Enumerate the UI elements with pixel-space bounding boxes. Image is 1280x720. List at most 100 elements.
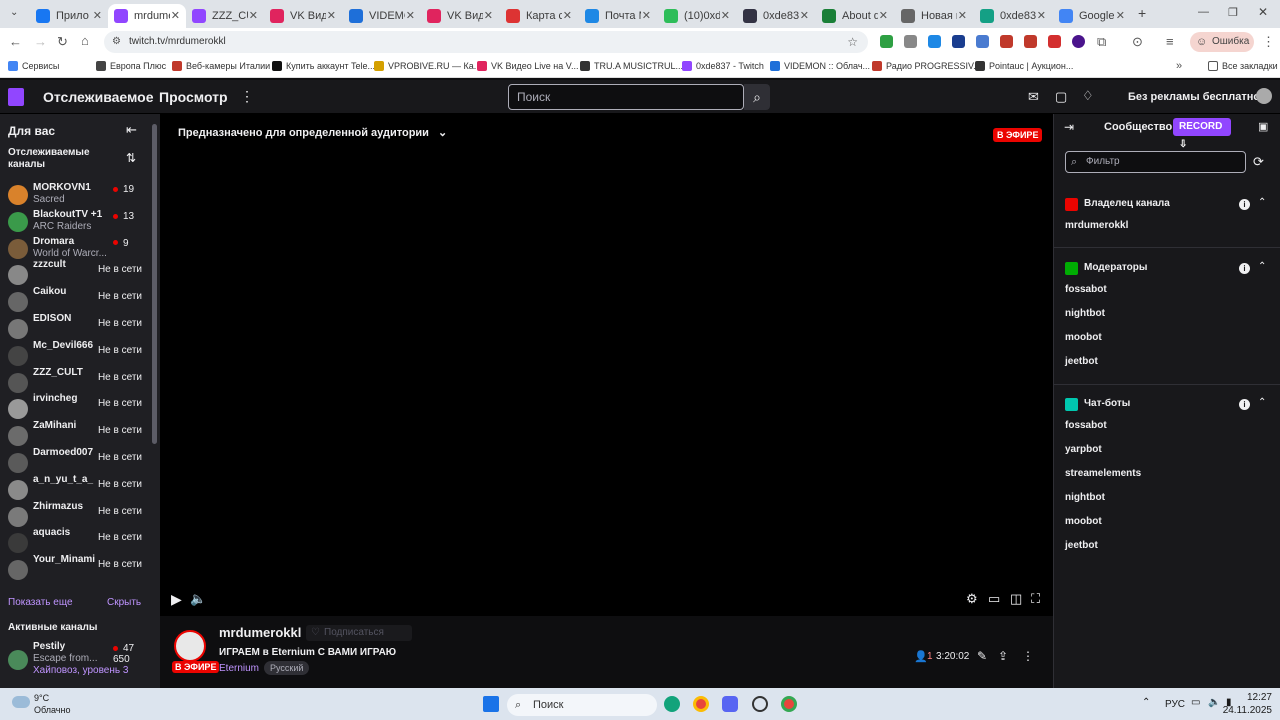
bookmark-item[interactable]: Веб-камеры Италии: [172, 61, 270, 71]
followed-channel-item[interactable]: ZaMihani Не в сети: [0, 420, 150, 449]
followed-channel-item[interactable]: EDISON Не в сети: [0, 313, 150, 342]
bookmark-item[interactable]: 0xde837 - Twitch: [682, 61, 764, 71]
browser-tab[interactable]: VK Виде✕: [421, 4, 499, 28]
settings-gear-icon[interactable]: ⚙: [966, 591, 978, 607]
tab-close-icon[interactable]: ✕: [484, 9, 493, 22]
tab-search-icon[interactable]: ⊙: [1132, 34, 1143, 50]
browser-tab[interactable]: About d ✕: [816, 4, 894, 28]
bookmark-item[interactable]: VIDEMON :: Облач...: [770, 61, 870, 71]
active-channel-item[interactable]: Pestily Escape from... Хайповоз, уровень 3…: [0, 641, 150, 681]
reload-icon[interactable]: ↻: [57, 34, 68, 50]
browser-tab[interactable]: VK Видео✕: [264, 4, 342, 28]
nav-following-link[interactable]: Отслеживаемое: [43, 89, 154, 105]
chatter-name[interactable]: streamelements: [1065, 468, 1141, 479]
close-window-icon[interactable]: ✕: [1258, 5, 1268, 19]
bookmark-item[interactable]: Сервисы: [8, 61, 59, 71]
tab-close-icon[interactable]: ✕: [800, 9, 809, 22]
all-bookmarks-folder[interactable]: Все закладки: [1208, 61, 1278, 71]
more-menu-icon[interactable]: ⋮: [240, 88, 254, 105]
browser-tab[interactable]: Google ✕: [1053, 4, 1131, 28]
bookmark-item[interactable]: Радио PROGRESSIV...: [872, 61, 981, 71]
extension-icon[interactable]: [952, 35, 965, 48]
chatter-name[interactable]: nightbot: [1065, 308, 1105, 319]
reading-list-icon[interactable]: ≡: [1166, 34, 1174, 49]
whispers-icon[interactable]: ▢: [1055, 89, 1067, 105]
back-icon[interactable]: ←: [9, 34, 22, 49]
weather-temp[interactable]: 9°C: [34, 693, 49, 703]
nav-browse-link[interactable]: Просмотр: [159, 89, 228, 105]
audience-warning[interactable]: Предназначено для определенной аудитории…: [178, 126, 447, 139]
followed-channel-item[interactable]: Dromara World of Warcr... 9: [0, 236, 150, 262]
chatter-name[interactable]: jeetbot: [1065, 540, 1098, 551]
network-icon[interactable]: ▭: [1191, 697, 1200, 708]
chevron-up-icon[interactable]: ⌃: [1258, 197, 1266, 208]
refresh-icon[interactable]: ⟳: [1253, 154, 1264, 170]
extension-icon[interactable]: [1072, 35, 1085, 48]
filter-input[interactable]: ⌕ Фильтр: [1065, 151, 1246, 173]
followed-channel-item[interactable]: aquacis Не в сети: [0, 527, 150, 556]
chrome-icon[interactable]: [781, 696, 797, 712]
followed-channel-item[interactable]: zzzcult Не в сети: [0, 259, 150, 288]
fullscreen-icon[interactable]: ⛶: [1031, 591, 1040, 607]
chatter-name[interactable]: fossabot: [1065, 420, 1107, 431]
followed-channel-item[interactable]: ZZZ_CULT Не в сети: [0, 367, 150, 396]
followed-channel-item[interactable]: a_n_yu_t_a_ Не в сети: [0, 474, 150, 503]
taskbar-search[interactable]: ⌕ Поиск: [507, 694, 657, 716]
followed-channel-item[interactable]: Darmoed007 Не в сети: [0, 447, 150, 476]
chevron-up-icon[interactable]: ⌃: [1258, 397, 1266, 408]
browser-tab[interactable]: (10)0xde✕: [658, 4, 736, 28]
browser-tab[interactable]: ZZZ_CU✕: [186, 4, 264, 28]
tab-close-icon[interactable]: ✕: [958, 9, 967, 22]
info-icon[interactable]: i: [1239, 399, 1250, 410]
input-language[interactable]: РУС: [1165, 699, 1185, 710]
browser-tab[interactable]: 0xde839✕: [737, 4, 815, 28]
chatter-name[interactable]: mrdumerokkl: [1065, 220, 1128, 231]
chatter-name[interactable]: yarpbot: [1065, 444, 1102, 455]
maximize-icon[interactable]: ❐: [1228, 6, 1238, 19]
browser-tab[interactable]: VIDEMO✕: [343, 4, 421, 28]
browser-tab[interactable]: Прило ✕: [30, 4, 108, 28]
crown-icon[interactable]: ♢: [1082, 88, 1094, 104]
bookmark-item[interactable]: VPROBIVE.RU — Ка...: [374, 61, 481, 71]
popout-chat-icon[interactable]: ▣: [1258, 120, 1268, 133]
bookmark-item[interactable]: Pointauc | Аукцион...: [975, 61, 1073, 71]
tab-close-icon[interactable]: ✕: [406, 9, 415, 22]
bookmark-star-icon[interactable]: ☆: [847, 31, 858, 53]
record-button[interactable]: RECORD ⇩: [1173, 118, 1231, 150]
discord-icon[interactable]: [722, 696, 738, 712]
channel-avatar[interactable]: [174, 630, 206, 662]
tab-close-icon[interactable]: ✕: [93, 9, 102, 22]
clock-date[interactable]: 24.11.2025: [1212, 705, 1272, 716]
channel-name[interactable]: mrdumerokkl: [219, 625, 301, 640]
tab-close-icon[interactable]: ✕: [249, 9, 258, 22]
hide-link[interactable]: Скрыть: [107, 597, 141, 608]
game-link[interactable]: Eternium: [219, 663, 259, 674]
edit-pencil-icon[interactable]: ✎: [977, 649, 987, 663]
site-info-icon[interactable]: ⚙: [112, 31, 121, 53]
more-options-icon[interactable]: ⋮: [1022, 649, 1034, 663]
clock-time[interactable]: 12:27: [1232, 692, 1272, 703]
browser-tab[interactable]: Почта М✕: [579, 4, 657, 28]
split-view-icon[interactable]: ◫: [1010, 591, 1022, 607]
chatter-name[interactable]: fossabot: [1065, 284, 1107, 295]
bookmark-item[interactable]: TRU.A MUSICTRUL...: [580, 61, 683, 71]
extension-shield-icon[interactable]: [880, 35, 893, 48]
language-tag[interactable]: Русский: [264, 661, 310, 675]
tray-chevron-icon[interactable]: ⌃: [1142, 697, 1150, 708]
info-icon[interactable]: i: [1239, 263, 1250, 274]
inbox-icon[interactable]: ✉: [1028, 89, 1039, 105]
info-icon[interactable]: i: [1239, 199, 1250, 210]
windows-start-icon[interactable]: [483, 696, 499, 712]
extension-icon[interactable]: [1000, 35, 1013, 48]
browser-tab[interactable]: mrdume✕: [108, 4, 186, 28]
more-bookmarks-icon[interactable]: »: [1176, 60, 1182, 72]
tab-close-icon[interactable]: ✕: [1116, 9, 1125, 22]
chrome-icon[interactable]: [693, 696, 709, 712]
browser-menu-icon[interactable]: ⋮: [1262, 34, 1275, 50]
bookmark-item[interactable]: Европа Плюс: [96, 61, 166, 71]
chatter-name[interactable]: nightbot: [1065, 492, 1105, 503]
share-icon[interactable]: ⇪: [998, 649, 1008, 663]
followed-channel-item[interactable]: MORKOVN1 Sacred 19: [0, 182, 150, 208]
sort-icon[interactable]: ⇅: [126, 151, 136, 165]
extension-icon[interactable]: [1048, 35, 1061, 48]
